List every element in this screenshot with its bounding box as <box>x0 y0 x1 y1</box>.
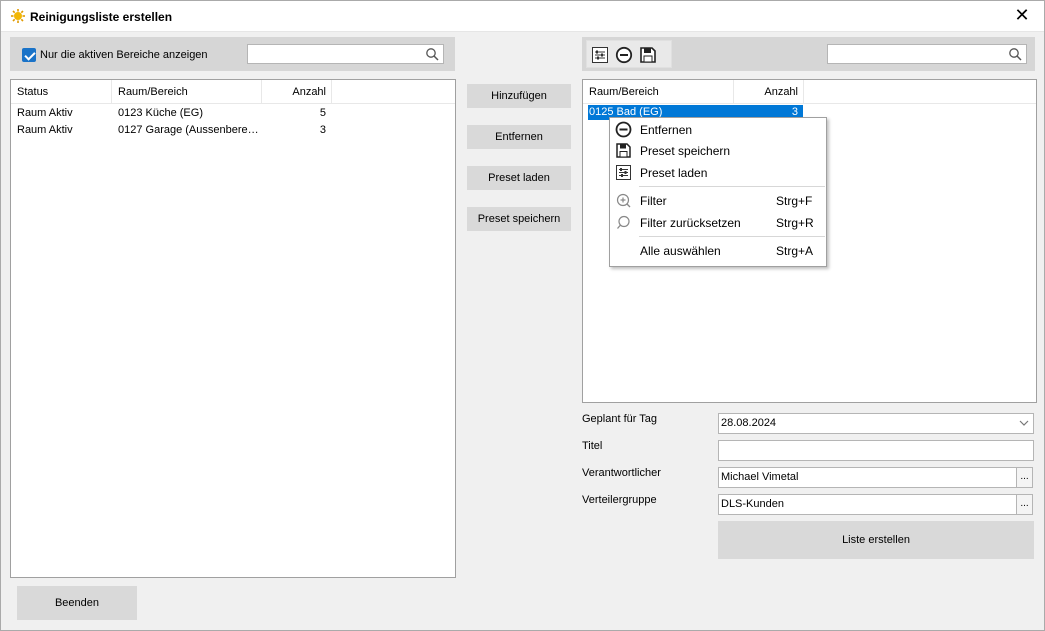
cell-anzahl: 3 <box>319 124 326 136</box>
context-menu: Entfernen Preset speichern Preset laden <box>609 117 827 267</box>
available-areas-list[interactable]: Status Raum/Bereich Anzahl Raum Aktiv 01… <box>10 79 456 578</box>
remove-button[interactable]: Entfernen <box>467 125 571 149</box>
menu-item-label: Filter zurücksetzen <box>640 216 741 230</box>
right-search-input[interactable] <box>827 44 1027 64</box>
menu-separator <box>639 186 825 187</box>
menu-item-label: Preset speichern <box>640 144 731 158</box>
menu-item-shortcut: Strg+F <box>776 194 813 208</box>
list-header: Raum/Bereich Anzahl <box>583 80 1036 104</box>
search-icon[interactable] <box>425 47 439 61</box>
active-areas-label[interactable]: Nur die aktiven Bereiche anzeigen <box>40 49 208 61</box>
menu-item-label: Preset laden <box>640 166 708 180</box>
menu-item-select-all[interactable]: Alle auswählen Strg+A <box>611 240 825 261</box>
cell-anzahl: 5 <box>319 107 326 119</box>
menu-item-load-preset[interactable]: Preset laden <box>611 162 825 183</box>
chevron-down-icon[interactable] <box>1019 420 1029 427</box>
add-button[interactable]: Hinzufügen <box>467 84 571 108</box>
menu-item-shortcut: Strg+A <box>776 244 814 258</box>
group-input[interactable]: DLS-Kunden <box>718 494 1017 515</box>
column-header-anzahl[interactable]: Anzahl <box>734 80 804 104</box>
save-icon[interactable] <box>639 46 657 64</box>
cell-status: Raum Aktiv <box>17 124 73 136</box>
cell-status: Raum Aktiv <box>17 107 73 119</box>
menu-item-shortcut: Strg+R <box>776 216 814 230</box>
column-header-status[interactable]: Status <box>11 80 112 104</box>
sun-gear-icon <box>11 9 25 23</box>
responsible-browse-button[interactable]: ... <box>1016 467 1033 488</box>
menu-item-save-preset[interactable]: Preset speichern <box>611 140 825 161</box>
list-header: Status Raum/Bereich Anzahl <box>11 80 455 104</box>
window-title: Reinigungsliste erstellen <box>30 10 173 24</box>
responsible-input[interactable]: Michael Vimetal <box>718 467 1017 488</box>
load-preset-button[interactable]: Preset laden <box>467 166 571 190</box>
group-browse-button[interactable]: ... <box>1016 494 1033 515</box>
search-icon[interactable] <box>1008 47 1022 61</box>
menu-item-remove[interactable]: Entfernen <box>611 119 825 140</box>
menu-item-label: Filter <box>640 194 667 208</box>
column-header-raum[interactable]: Raum/Bereich <box>583 80 734 104</box>
right-toolbar <box>586 40 672 68</box>
title-bar: Reinigungsliste erstellen ✕ <box>1 1 1044 32</box>
preset-load-icon[interactable] <box>591 46 609 64</box>
active-areas-checkbox[interactable] <box>22 48 36 62</box>
title-label: Titel <box>582 440 603 452</box>
date-value: 28.08.2024 <box>721 417 777 429</box>
save-preset-button[interactable]: Preset speichern <box>467 207 571 231</box>
cell-raum: 0127 Garage (Aussenbere… <box>118 124 258 136</box>
remove-icon[interactable] <box>615 46 633 64</box>
group-label: Verteilergruppe <box>582 494 657 506</box>
preset-load-icon <box>616 165 631 180</box>
filter-icon <box>616 193 631 208</box>
date-label: Geplant für Tag <box>582 413 658 425</box>
dialog-window: Reinigungsliste erstellen ✕ Nur die akti… <box>0 0 1045 631</box>
date-picker[interactable]: 28.08.2024 <box>718 413 1034 434</box>
responsible-label: Verantwortlicher <box>582 467 661 479</box>
close-button[interactable]: ✕ <box>1011 6 1033 28</box>
create-list-button[interactable]: Liste erstellen <box>718 521 1034 559</box>
remove-icon <box>615 121 632 138</box>
save-icon <box>616 143 631 158</box>
menu-separator <box>639 236 825 237</box>
menu-item-label: Alle auswählen <box>640 244 721 258</box>
filter-reset-icon <box>617 215 630 229</box>
cell-raum: 0123 Küche (EG) <box>118 107 203 119</box>
left-search-input[interactable] <box>247 44 444 64</box>
column-header-anzahl[interactable]: Anzahl <box>262 80 332 104</box>
exit-button[interactable]: Beenden <box>17 586 137 620</box>
menu-item-filter[interactable]: Filter Strg+F <box>611 190 825 211</box>
menu-item-filter-reset[interactable]: Filter zurücksetzen Strg+R <box>611 212 825 233</box>
menu-item-label: Entfernen <box>640 123 693 137</box>
title-input[interactable] <box>718 440 1034 461</box>
column-header-raum[interactable]: Raum/Bereich <box>112 80 262 104</box>
